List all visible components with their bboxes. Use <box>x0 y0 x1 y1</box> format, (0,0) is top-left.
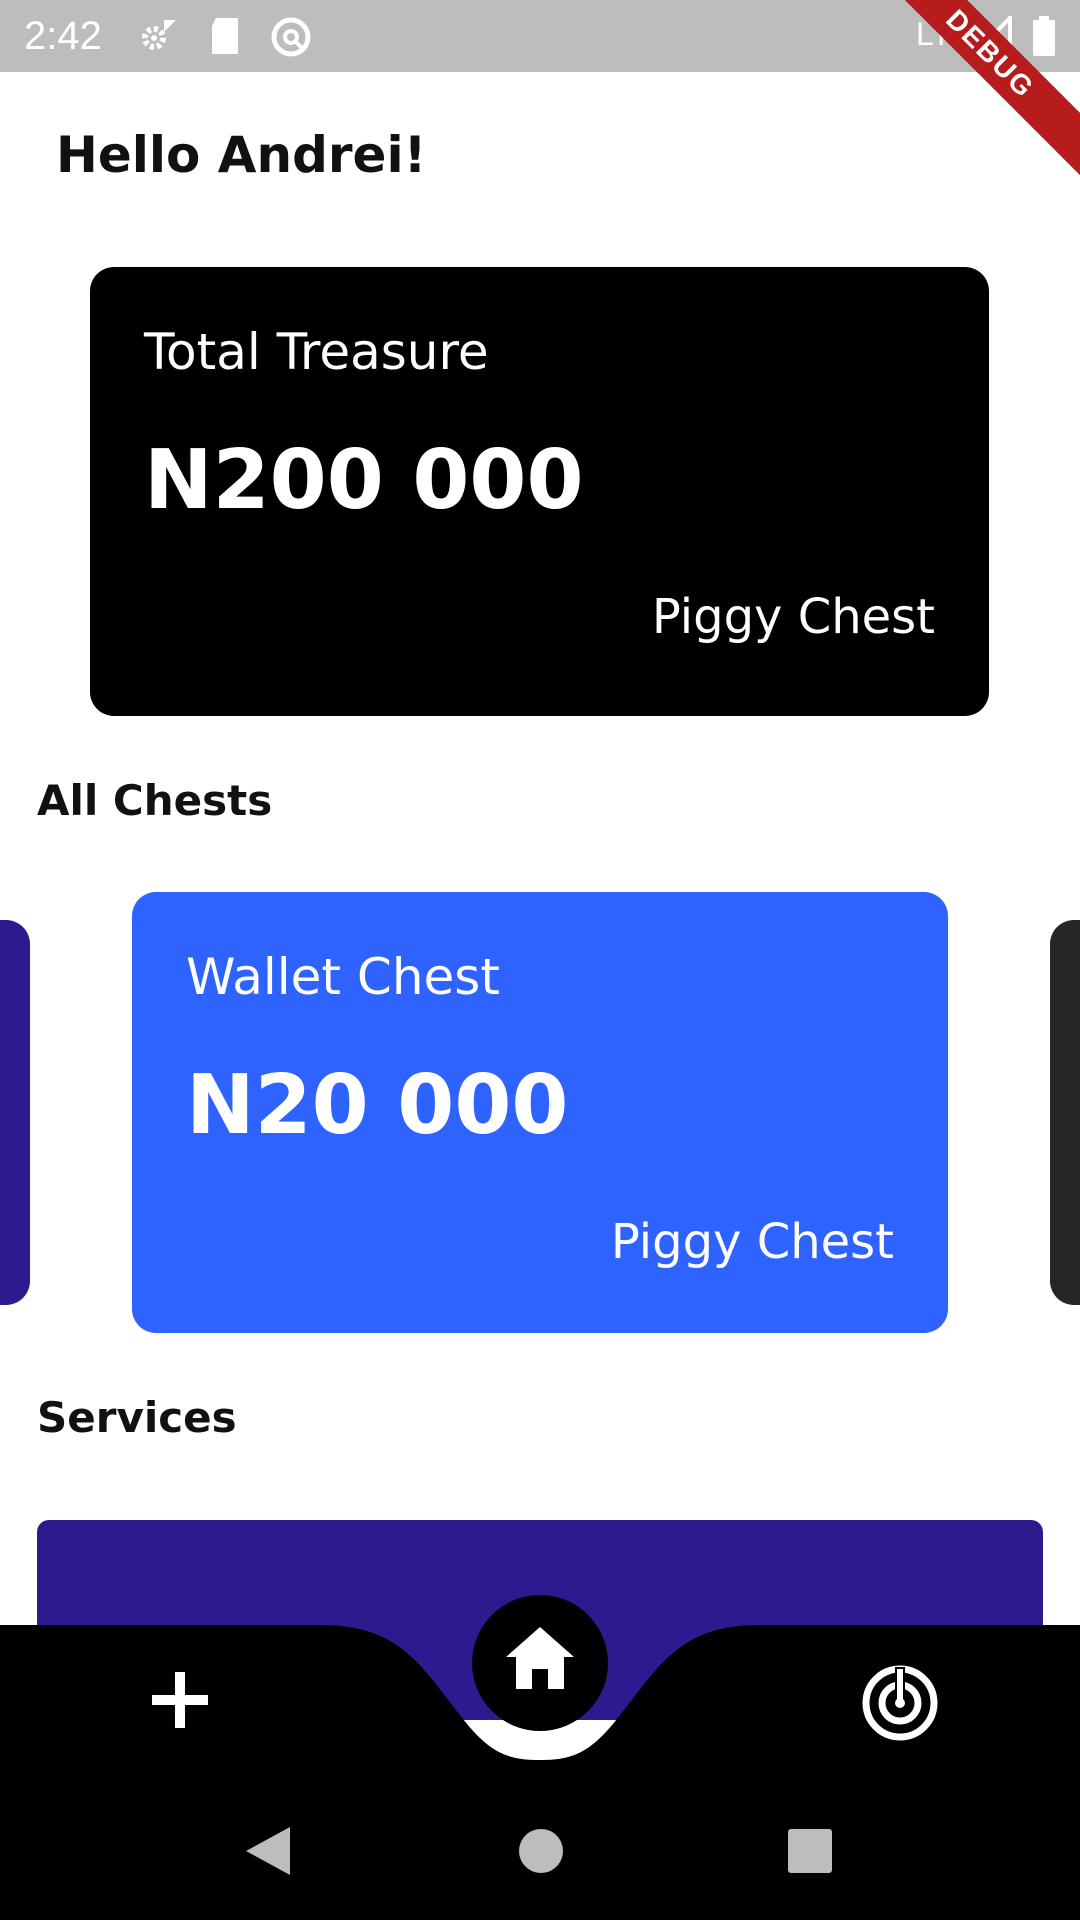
status-time: 2:42 <box>24 14 102 58</box>
home-circle-icon[interactable] <box>518 1828 564 1878</box>
chest-card-subtitle: Piggy Chest <box>610 1214 894 1270</box>
add-icon[interactable] <box>150 1670 210 1734</box>
next-chest-card[interactable] <box>1050 920 1080 1305</box>
settings-gear-icon <box>138 16 178 60</box>
all-chests-title: All Chests <box>37 776 273 825</box>
total-card-label: Total Treasure <box>144 323 489 381</box>
back-icon[interactable] <box>244 1825 292 1881</box>
total-card-subtitle: Piggy Chest <box>651 589 935 645</box>
chest-card-amount: N20 000 <box>186 1058 569 1153</box>
radar-icon[interactable] <box>860 1663 940 1747</box>
wallet-chest-card[interactable]: Wallet Chest N20 000 Piggy Chest <box>132 892 948 1333</box>
battery-icon <box>1032 16 1056 60</box>
prev-chest-card[interactable] <box>0 920 30 1305</box>
total-card-amount: N200 000 <box>144 433 584 528</box>
total-treasure-card[interactable]: Total Treasure N200 000 Piggy Chest <box>90 267 989 716</box>
system-nav-bar <box>0 1800 1080 1920</box>
vpn-badge-icon <box>270 16 312 62</box>
services-title: Services <box>37 1393 237 1442</box>
chest-card-label: Wallet Chest <box>186 948 500 1006</box>
bottom-nav <box>0 1595 1080 1800</box>
recents-icon[interactable] <box>787 1828 833 1878</box>
home-icon[interactable] <box>470 1593 610 1737</box>
greeting-title: Hello Andrei! <box>56 126 427 184</box>
sd-card-icon <box>208 16 242 60</box>
